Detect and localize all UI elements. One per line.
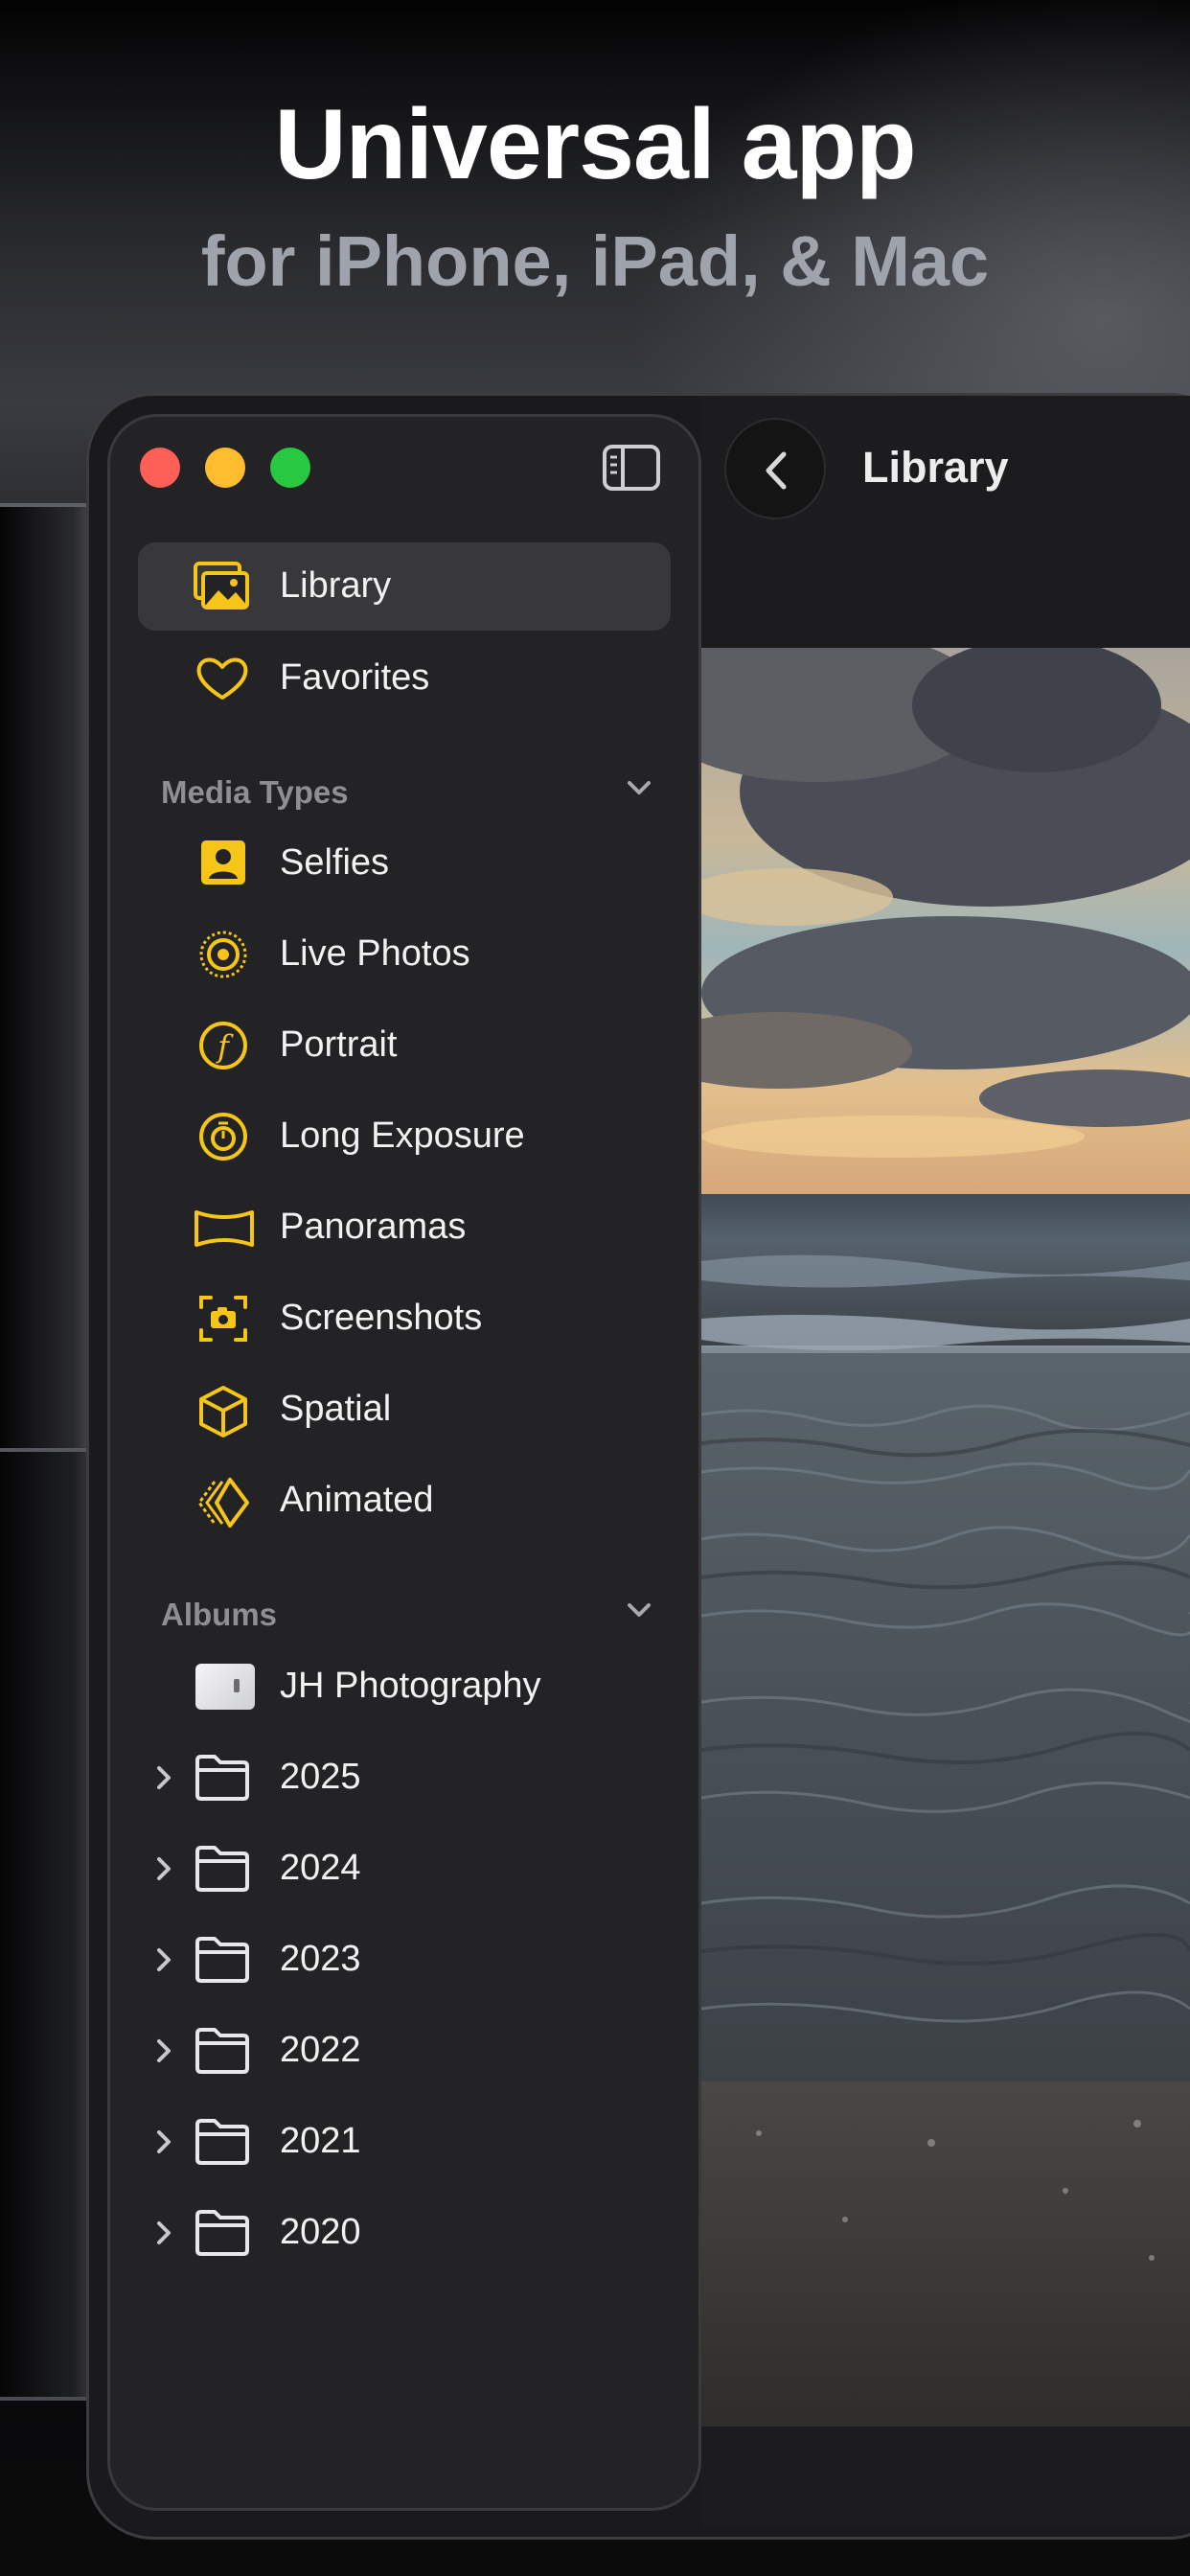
svg-text:f: f bbox=[216, 1028, 234, 1065]
portrait-icon: f bbox=[194, 1021, 251, 1070]
sidebar-folder-2024[interactable]: 2024 bbox=[138, 1825, 671, 1913]
folder-icon bbox=[194, 2208, 251, 2258]
animated-icon bbox=[194, 1476, 251, 1528]
sidebar-item-animated[interactable]: Animated bbox=[138, 1457, 671, 1545]
section-header-media-types: Media Types bbox=[161, 774, 349, 810]
sidebar-toggle-icon[interactable] bbox=[602, 444, 661, 492]
sidebar-item-long-exposure[interactable]: Long Exposure bbox=[138, 1092, 671, 1181]
sidebar-item-label: Spatial bbox=[280, 1389, 392, 1429]
long-exposure-icon bbox=[194, 1112, 251, 1162]
minimize-window-button[interactable] bbox=[205, 448, 245, 488]
sidebar-item-label: 2022 bbox=[280, 2030, 361, 2070]
folder-icon bbox=[194, 1935, 251, 1985]
sidebar-item-label: Portrait bbox=[280, 1024, 398, 1065]
album-thumbnail bbox=[195, 1664, 255, 1710]
sidebar-item-live-photos[interactable]: Live Photos bbox=[138, 910, 671, 999]
close-window-button[interactable] bbox=[140, 448, 180, 488]
sidebar-item-label: Panoramas bbox=[280, 1207, 467, 1247]
sidebar-item-label: Library bbox=[280, 565, 392, 606]
folder-icon bbox=[194, 1753, 251, 1803]
sidebar-item-label: Animated bbox=[280, 1480, 434, 1520]
beach-sunset-photo bbox=[701, 648, 1190, 2426]
sidebar-item-jh-photography[interactable]: JH Photography bbox=[138, 1643, 671, 1731]
sidebar-item-label: 2024 bbox=[280, 1848, 361, 1888]
sidebar-item-label: 2025 bbox=[280, 1757, 361, 1797]
folder-icon bbox=[194, 1844, 251, 1894]
sidebar-item-label: 2021 bbox=[280, 2121, 361, 2161]
sidebar-item-label: Live Photos bbox=[280, 933, 470, 974]
chevron-down-icon[interactable] bbox=[625, 1600, 653, 1620]
chevron-down-icon[interactable] bbox=[625, 778, 653, 797]
sidebar-folder-2025[interactable]: 2025 bbox=[138, 1734, 671, 1822]
sidebar-item-library[interactable]: Library bbox=[138, 542, 671, 631]
sidebar-item-label: JH Photography bbox=[280, 1666, 541, 1706]
selfie-icon bbox=[194, 839, 251, 888]
chevron-right-icon[interactable] bbox=[153, 1762, 176, 1793]
spatial-cube-icon bbox=[194, 1385, 251, 1438]
sidebar-folder-2022[interactable]: 2022 bbox=[138, 2007, 671, 2095]
heart-icon bbox=[194, 654, 251, 703]
chevron-right-icon[interactable] bbox=[153, 2127, 176, 2157]
headline: Universal app bbox=[274, 89, 916, 200]
live-photo-icon bbox=[194, 930, 251, 979]
folder-icon bbox=[194, 2026, 251, 2076]
sidebar-folder-2023[interactable]: 2023 bbox=[138, 1916, 671, 2004]
sidebar-folder-2021[interactable]: 2021 bbox=[138, 2098, 671, 2186]
sidebar-item-label: Screenshots bbox=[280, 1298, 483, 1338]
sidebar-item-portrait[interactable]: f Portrait bbox=[138, 1001, 671, 1090]
chevron-right-icon[interactable] bbox=[153, 2036, 176, 2066]
sidebar-item-screenshots[interactable]: Screenshots bbox=[138, 1275, 671, 1363]
sidebar-item-label: 2020 bbox=[280, 2212, 361, 2252]
sidebar-item-label: 2023 bbox=[280, 1939, 361, 1979]
sidebar-item-spatial[interactable]: Spatial bbox=[138, 1366, 671, 1454]
chevron-right-icon[interactable] bbox=[153, 2218, 176, 2248]
chevron-right-icon[interactable] bbox=[153, 1944, 176, 1975]
zoom-window-button[interactable] bbox=[270, 448, 310, 488]
panorama-icon bbox=[194, 1203, 254, 1253]
back-button[interactable] bbox=[724, 418, 826, 519]
sidebar-item-label: Selfies bbox=[280, 842, 390, 883]
screenshot-icon bbox=[194, 1294, 251, 1344]
photo-preview[interactable] bbox=[701, 648, 1190, 2426]
folder-icon bbox=[194, 2117, 251, 2167]
photo-library-icon bbox=[194, 562, 251, 611]
subheadline: for iPhone, iPad, & Mac bbox=[200, 221, 990, 301]
sidebar-item-favorites[interactable]: Favorites bbox=[138, 634, 671, 723]
sidebar-item-panoramas[interactable]: Panoramas bbox=[138, 1184, 671, 1272]
sidebar-item-selfies[interactable]: Selfies bbox=[138, 819, 671, 908]
sidebar-item-label: Long Exposure bbox=[280, 1116, 525, 1156]
marketing-screen: Universal app for iPhone, iPad, & Mac Li… bbox=[0, 0, 1190, 2576]
chevron-left-icon bbox=[766, 451, 787, 490]
page-title: Library bbox=[862, 443, 1009, 492]
chevron-right-icon[interactable] bbox=[153, 1853, 176, 1884]
sidebar-item-label: Favorites bbox=[280, 657, 430, 698]
sidebar-folder-2020[interactable]: 2020 bbox=[138, 2189, 671, 2277]
section-header-albums: Albums bbox=[161, 1597, 278, 1632]
